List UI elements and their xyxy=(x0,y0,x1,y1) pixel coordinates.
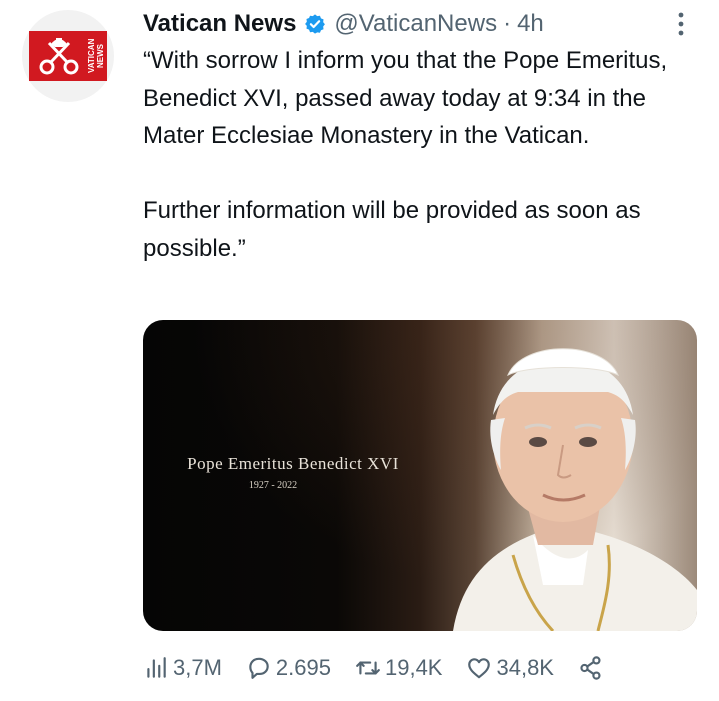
logo-text: VATICAN NEWS xyxy=(87,38,105,74)
tweet-header: Vatican News @VaticanNews · 4h xyxy=(143,8,699,40)
views-icon xyxy=(147,657,166,678)
tweet-text: “With sorrow I inform you that the Pope … xyxy=(143,47,668,262)
like-action[interactable]: 34,8K xyxy=(466,655,554,681)
like-count: 34,8K xyxy=(496,655,554,680)
separator: · xyxy=(503,10,512,37)
like-icon xyxy=(468,658,491,679)
timestamp[interactable]: 4h xyxy=(517,10,544,38)
reply-icon xyxy=(249,657,269,679)
retweet-icon xyxy=(356,661,380,675)
share-icon xyxy=(580,656,601,680)
image-caption-years: 1927 - 2022 xyxy=(248,480,298,491)
reply-action[interactable]: 2.695 xyxy=(246,655,331,681)
tweet-image[interactable]: Pope Emeritus Benedict XVI 1927 - 2022 xyxy=(143,320,697,631)
pope-portrait-image xyxy=(453,348,697,631)
views-count: 3,7M xyxy=(173,655,222,680)
author-name[interactable]: Vatican News xyxy=(143,10,296,38)
verified-badge-icon xyxy=(305,14,326,34)
views-action[interactable]: 3,7M xyxy=(143,655,222,681)
image-caption-title: Pope Emeritus Benedict XVI xyxy=(187,454,399,473)
tweet-actions: 3,7M 2.695 19,4K 34,8K xyxy=(143,648,608,688)
avatar[interactable]: VATICAN NEWS xyxy=(22,10,114,102)
reply-count: 2.695 xyxy=(275,655,331,680)
vatican-news-logo: VATICAN NEWS xyxy=(29,31,107,81)
retweet-action[interactable]: 19,4K xyxy=(355,655,443,681)
share-action[interactable] xyxy=(578,655,608,681)
more-icon[interactable] xyxy=(669,10,693,38)
crossed-keys-icon xyxy=(39,38,79,75)
author-handle[interactable]: @VaticanNews xyxy=(334,10,497,38)
retweet-count: 19,4K xyxy=(384,655,443,680)
